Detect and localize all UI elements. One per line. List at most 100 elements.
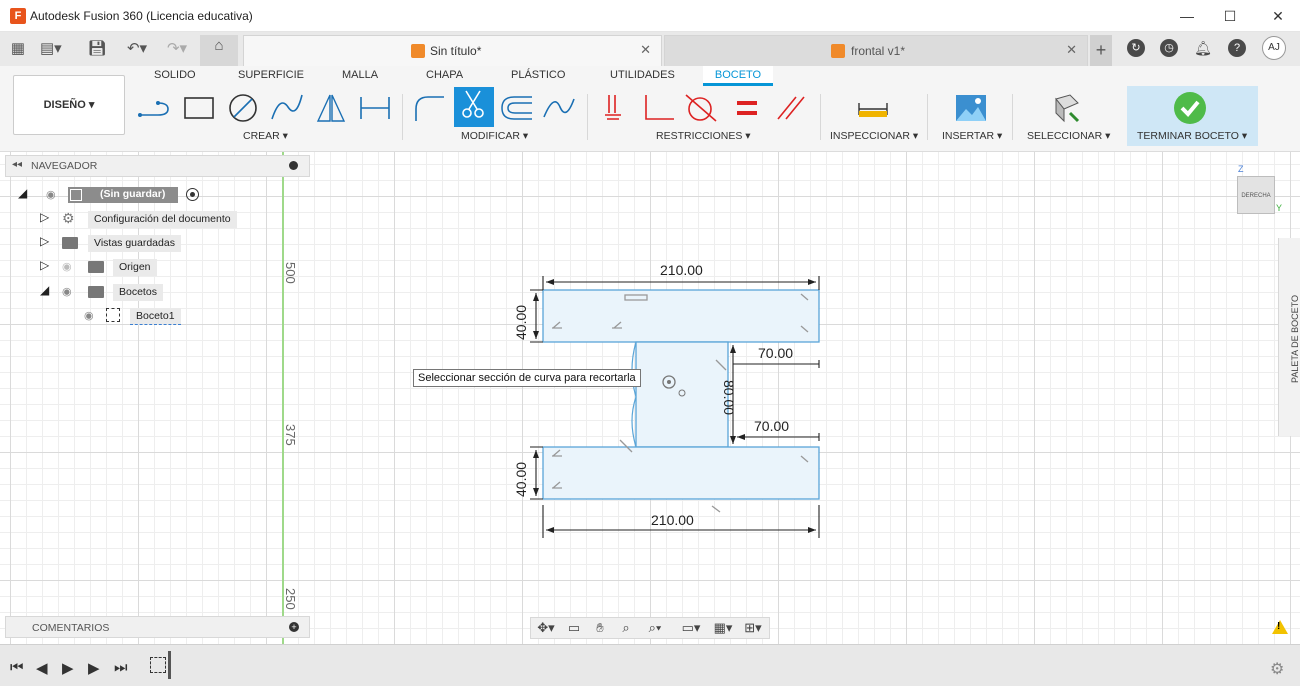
line-tool-icon[interactable] bbox=[136, 91, 174, 125]
rectangle-tool-icon[interactable] bbox=[180, 91, 218, 125]
circle-tool-icon[interactable] bbox=[224, 91, 262, 125]
add-comment-icon[interactable]: + bbox=[289, 622, 299, 632]
save-icon[interactable]: 💾︎ bbox=[87, 38, 107, 60]
tab-plastico[interactable]: PLÁSTICO bbox=[511, 69, 565, 81]
select-tool-icon[interactable] bbox=[1048, 91, 1086, 125]
timeline-marker[interactable] bbox=[168, 651, 171, 679]
tab-superficie[interactable]: SUPERFICIE bbox=[238, 69, 304, 81]
dimension-bottom-width[interactable]: 210.00 bbox=[651, 512, 694, 528]
dimension-top-height[interactable]: 40.00 bbox=[513, 305, 529, 340]
look-at-icon[interactable]: ▭ bbox=[563, 620, 585, 636]
dimension-right-upper[interactable]: 70.00 bbox=[758, 345, 793, 361]
group-inspeccionar[interactable]: INSPECCIONAR ▾ bbox=[830, 130, 918, 142]
sketch-palette[interactable]: PALETA DE BOCETO bbox=[1278, 238, 1300, 436]
redo-icon[interactable]: ↷▾ bbox=[162, 38, 192, 60]
group-insertar[interactable]: INSERTAR ▾ bbox=[942, 130, 1002, 142]
close-window-button[interactable]: ✕ bbox=[1258, 4, 1298, 28]
zoom-icon[interactable]: ⌕ bbox=[615, 620, 637, 636]
browser-panel-header[interactable]: ◂◂ NAVEGADOR bbox=[5, 155, 310, 177]
tree-item-origin[interactable]: ▷ ◉ Origen bbox=[40, 258, 250, 276]
tree-item-sketches[interactable]: ◢ ◉ Bocetos bbox=[40, 283, 250, 301]
orbit-icon[interactable]: ✥▾ bbox=[533, 620, 559, 636]
curve-tool-icon[interactable] bbox=[540, 91, 578, 125]
tab-solido[interactable]: SOLIDO bbox=[154, 69, 196, 81]
group-restricciones[interactable]: RESTRICCIONES ▾ bbox=[656, 130, 751, 142]
user-avatar[interactable]: AJ bbox=[1262, 36, 1286, 60]
collapsed-triangle-icon[interactable]: ▷ bbox=[40, 210, 49, 224]
tab-close-icon[interactable]: ✕ bbox=[1066, 42, 1077, 58]
tangent-constraint-icon[interactable] bbox=[682, 91, 720, 125]
grid-settings-icon[interactable]: ▦▾ bbox=[709, 620, 737, 636]
notifications-icon[interactable]: 🔔︎ bbox=[1194, 39, 1212, 57]
fillet-tool-icon[interactable] bbox=[410, 91, 448, 125]
timeline-settings-gear-icon[interactable]: ⚙ bbox=[1270, 659, 1284, 679]
grid-menu-icon[interactable]: ▦ bbox=[8, 38, 28, 60]
viewcube[interactable]: DERECHA bbox=[1237, 176, 1275, 214]
job-status-icon[interactable]: ◷ bbox=[1160, 39, 1178, 57]
dimension-right-lower[interactable]: 70.00 bbox=[754, 418, 789, 434]
parallel-constraint-icon[interactable] bbox=[772, 91, 810, 125]
mirror-tool-icon[interactable] bbox=[312, 91, 350, 125]
visibility-eye-icon[interactable]: ◉ bbox=[46, 188, 56, 201]
folder-icon bbox=[88, 261, 104, 273]
spline-tool-icon[interactable] bbox=[268, 91, 306, 125]
equal-constraint-icon[interactable] bbox=[728, 91, 766, 125]
collapsed-triangle-icon[interactable]: ▷ bbox=[40, 258, 49, 272]
visibility-eye-icon[interactable]: ◉ bbox=[62, 285, 72, 298]
expanded-triangle-icon[interactable]: ◢ bbox=[40, 283, 49, 297]
file-menu-icon[interactable]: ▤▾ bbox=[40, 38, 62, 60]
expanded-triangle-icon[interactable]: ◢ bbox=[18, 186, 27, 200]
trim-tool-icon[interactable] bbox=[454, 87, 494, 127]
measure-tool-icon[interactable] bbox=[854, 91, 892, 125]
offset-tool-icon[interactable] bbox=[498, 91, 536, 125]
help-icon[interactable]: ? bbox=[1228, 39, 1246, 57]
step-forward-icon[interactable]: ▶︎ bbox=[88, 659, 100, 677]
group-seleccionar[interactable]: SELECCIONAR ▾ bbox=[1027, 130, 1110, 142]
ribbon-separator bbox=[402, 94, 403, 140]
tree-item-views[interactable]: ▷ Vistas guardadas bbox=[40, 234, 250, 252]
tab-malla[interactable]: MALLA bbox=[342, 69, 378, 81]
step-back-icon[interactable]: ◀︎ bbox=[36, 659, 48, 677]
tab-chapa[interactable]: CHAPA bbox=[426, 69, 463, 81]
fix-constraint-icon[interactable] bbox=[599, 91, 637, 125]
undo-icon[interactable]: ↶▾ bbox=[122, 38, 152, 60]
insert-image-icon[interactable] bbox=[952, 91, 990, 125]
tree-item-sketch1[interactable]: ◉ Boceto1 bbox=[80, 307, 290, 325]
activate-radio-icon[interactable] bbox=[186, 188, 199, 201]
browser-options-icon[interactable] bbox=[289, 161, 298, 170]
dimension-tool-icon[interactable] bbox=[356, 91, 394, 125]
visibility-eye-icon[interactable]: ◉ bbox=[84, 309, 94, 322]
play-icon[interactable]: ▶︎ bbox=[62, 659, 74, 677]
tab-boceto[interactable]: BOCETO bbox=[703, 66, 773, 86]
tree-item-config[interactable]: ▷ ⚙ Configuración del documento bbox=[40, 210, 250, 228]
group-modificar[interactable]: MODIFICAR ▾ bbox=[461, 130, 528, 142]
hidden-eye-icon[interactable]: ◉ bbox=[62, 260, 72, 273]
extensions-icon[interactable]: ↻ bbox=[1127, 39, 1145, 57]
perpendicular-constraint-icon[interactable] bbox=[640, 91, 678, 125]
tab-sin-titulo[interactable]: Sin título* ✕ bbox=[243, 35, 662, 66]
dimension-top-width[interactable]: 210.00 bbox=[660, 262, 703, 278]
timeline-sketch-feature-icon[interactable] bbox=[150, 657, 166, 673]
dimension-web-height[interactable]: 80.00 bbox=[721, 380, 737, 415]
finish-sketch-button[interactable]: TERMINAR BOCETO ▾ bbox=[1127, 86, 1258, 146]
tab-frontal[interactable]: frontal v1* ✕ bbox=[664, 35, 1088, 66]
pan-icon[interactable]: ✋︎ bbox=[589, 620, 611, 636]
tab-utilidades[interactable]: UTILIDADES bbox=[610, 69, 675, 81]
dimension-bottom-height[interactable]: 40.00 bbox=[513, 462, 529, 497]
comments-panel[interactable]: COMENTARIOS + bbox=[5, 616, 310, 638]
fit-icon[interactable]: ⌕▾ bbox=[641, 620, 669, 636]
tree-item-root[interactable]: ◢ ◉ (Sin guardar) bbox=[18, 186, 218, 204]
new-tab-icon[interactable]: + bbox=[1090, 35, 1112, 66]
home-icon[interactable]: ⌂ bbox=[200, 35, 238, 66]
minimize-button[interactable]: — bbox=[1167, 4, 1207, 28]
group-crear[interactable]: CREAR ▾ bbox=[243, 130, 288, 142]
display-settings-icon[interactable]: ▭▾ bbox=[677, 620, 705, 636]
collapsed-triangle-icon[interactable]: ▷ bbox=[40, 234, 49, 248]
go-to-end-icon[interactable]: ⏭ bbox=[114, 659, 128, 676]
viewports-icon[interactable]: ⊞▾ bbox=[739, 620, 767, 636]
go-to-start-icon[interactable]: ⏮ bbox=[10, 659, 24, 676]
collapse-panel-icon[interactable]: ◂◂ bbox=[12, 159, 22, 170]
workspace-selector[interactable]: DISEÑO ▾ bbox=[13, 75, 125, 135]
maximize-button[interactable]: ☐ bbox=[1210, 4, 1250, 28]
tab-close-icon[interactable]: ✕ bbox=[640, 42, 651, 58]
